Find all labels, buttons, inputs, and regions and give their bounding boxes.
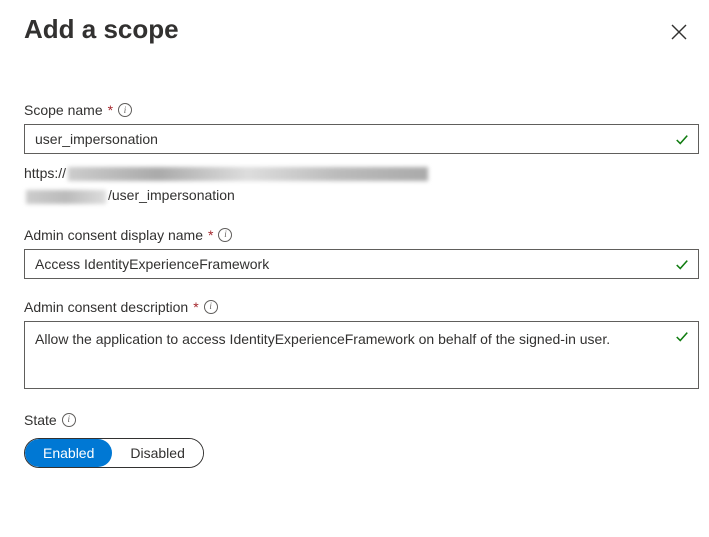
checkmark-icon <box>675 330 689 344</box>
admin-display-label-row: Admin consent display name * i <box>24 227 699 243</box>
panel-title: Add a scope <box>24 14 179 45</box>
scope-name-label: Scope name <box>24 102 103 118</box>
info-icon[interactable]: i <box>118 103 132 117</box>
admin-display-field: Admin consent display name * i <box>24 227 699 279</box>
info-icon[interactable]: i <box>204 300 218 314</box>
admin-desc-input[interactable] <box>24 321 699 389</box>
admin-display-input[interactable] <box>24 249 699 279</box>
state-enabled-option[interactable]: Enabled <box>25 439 112 467</box>
state-field: State i Enabled Disabled <box>24 412 699 468</box>
state-toggle: Enabled Disabled <box>24 438 204 468</box>
checkmark-icon <box>675 258 689 272</box>
scope-name-field: Scope name * i https:// /user_impersonat… <box>24 102 699 207</box>
admin-desc-label-row: Admin consent description * i <box>24 299 699 315</box>
admin-desc-field: Admin consent description * i <box>24 299 699 392</box>
close-icon <box>671 24 687 40</box>
state-label: State <box>24 412 57 428</box>
add-scope-panel: Add a scope Scope name * i https:// /use… <box>0 0 709 508</box>
state-label-row: State i <box>24 412 699 428</box>
checkmark-icon <box>675 133 689 147</box>
required-indicator: * <box>108 102 113 118</box>
admin-desc-label: Admin consent description <box>24 299 188 315</box>
scope-name-label-row: Scope name * i <box>24 102 699 118</box>
required-indicator: * <box>193 299 198 315</box>
state-disabled-option[interactable]: Disabled <box>112 439 202 467</box>
scope-name-input[interactable] <box>24 124 699 154</box>
required-indicator: * <box>208 227 213 243</box>
scope-uri-preview: https:// /user_impersonation <box>24 162 699 207</box>
info-icon[interactable]: i <box>218 228 232 242</box>
info-icon[interactable]: i <box>62 413 76 427</box>
close-button[interactable] <box>665 18 693 46</box>
panel-header: Add a scope <box>24 14 699 46</box>
admin-display-label: Admin consent display name <box>24 227 203 243</box>
